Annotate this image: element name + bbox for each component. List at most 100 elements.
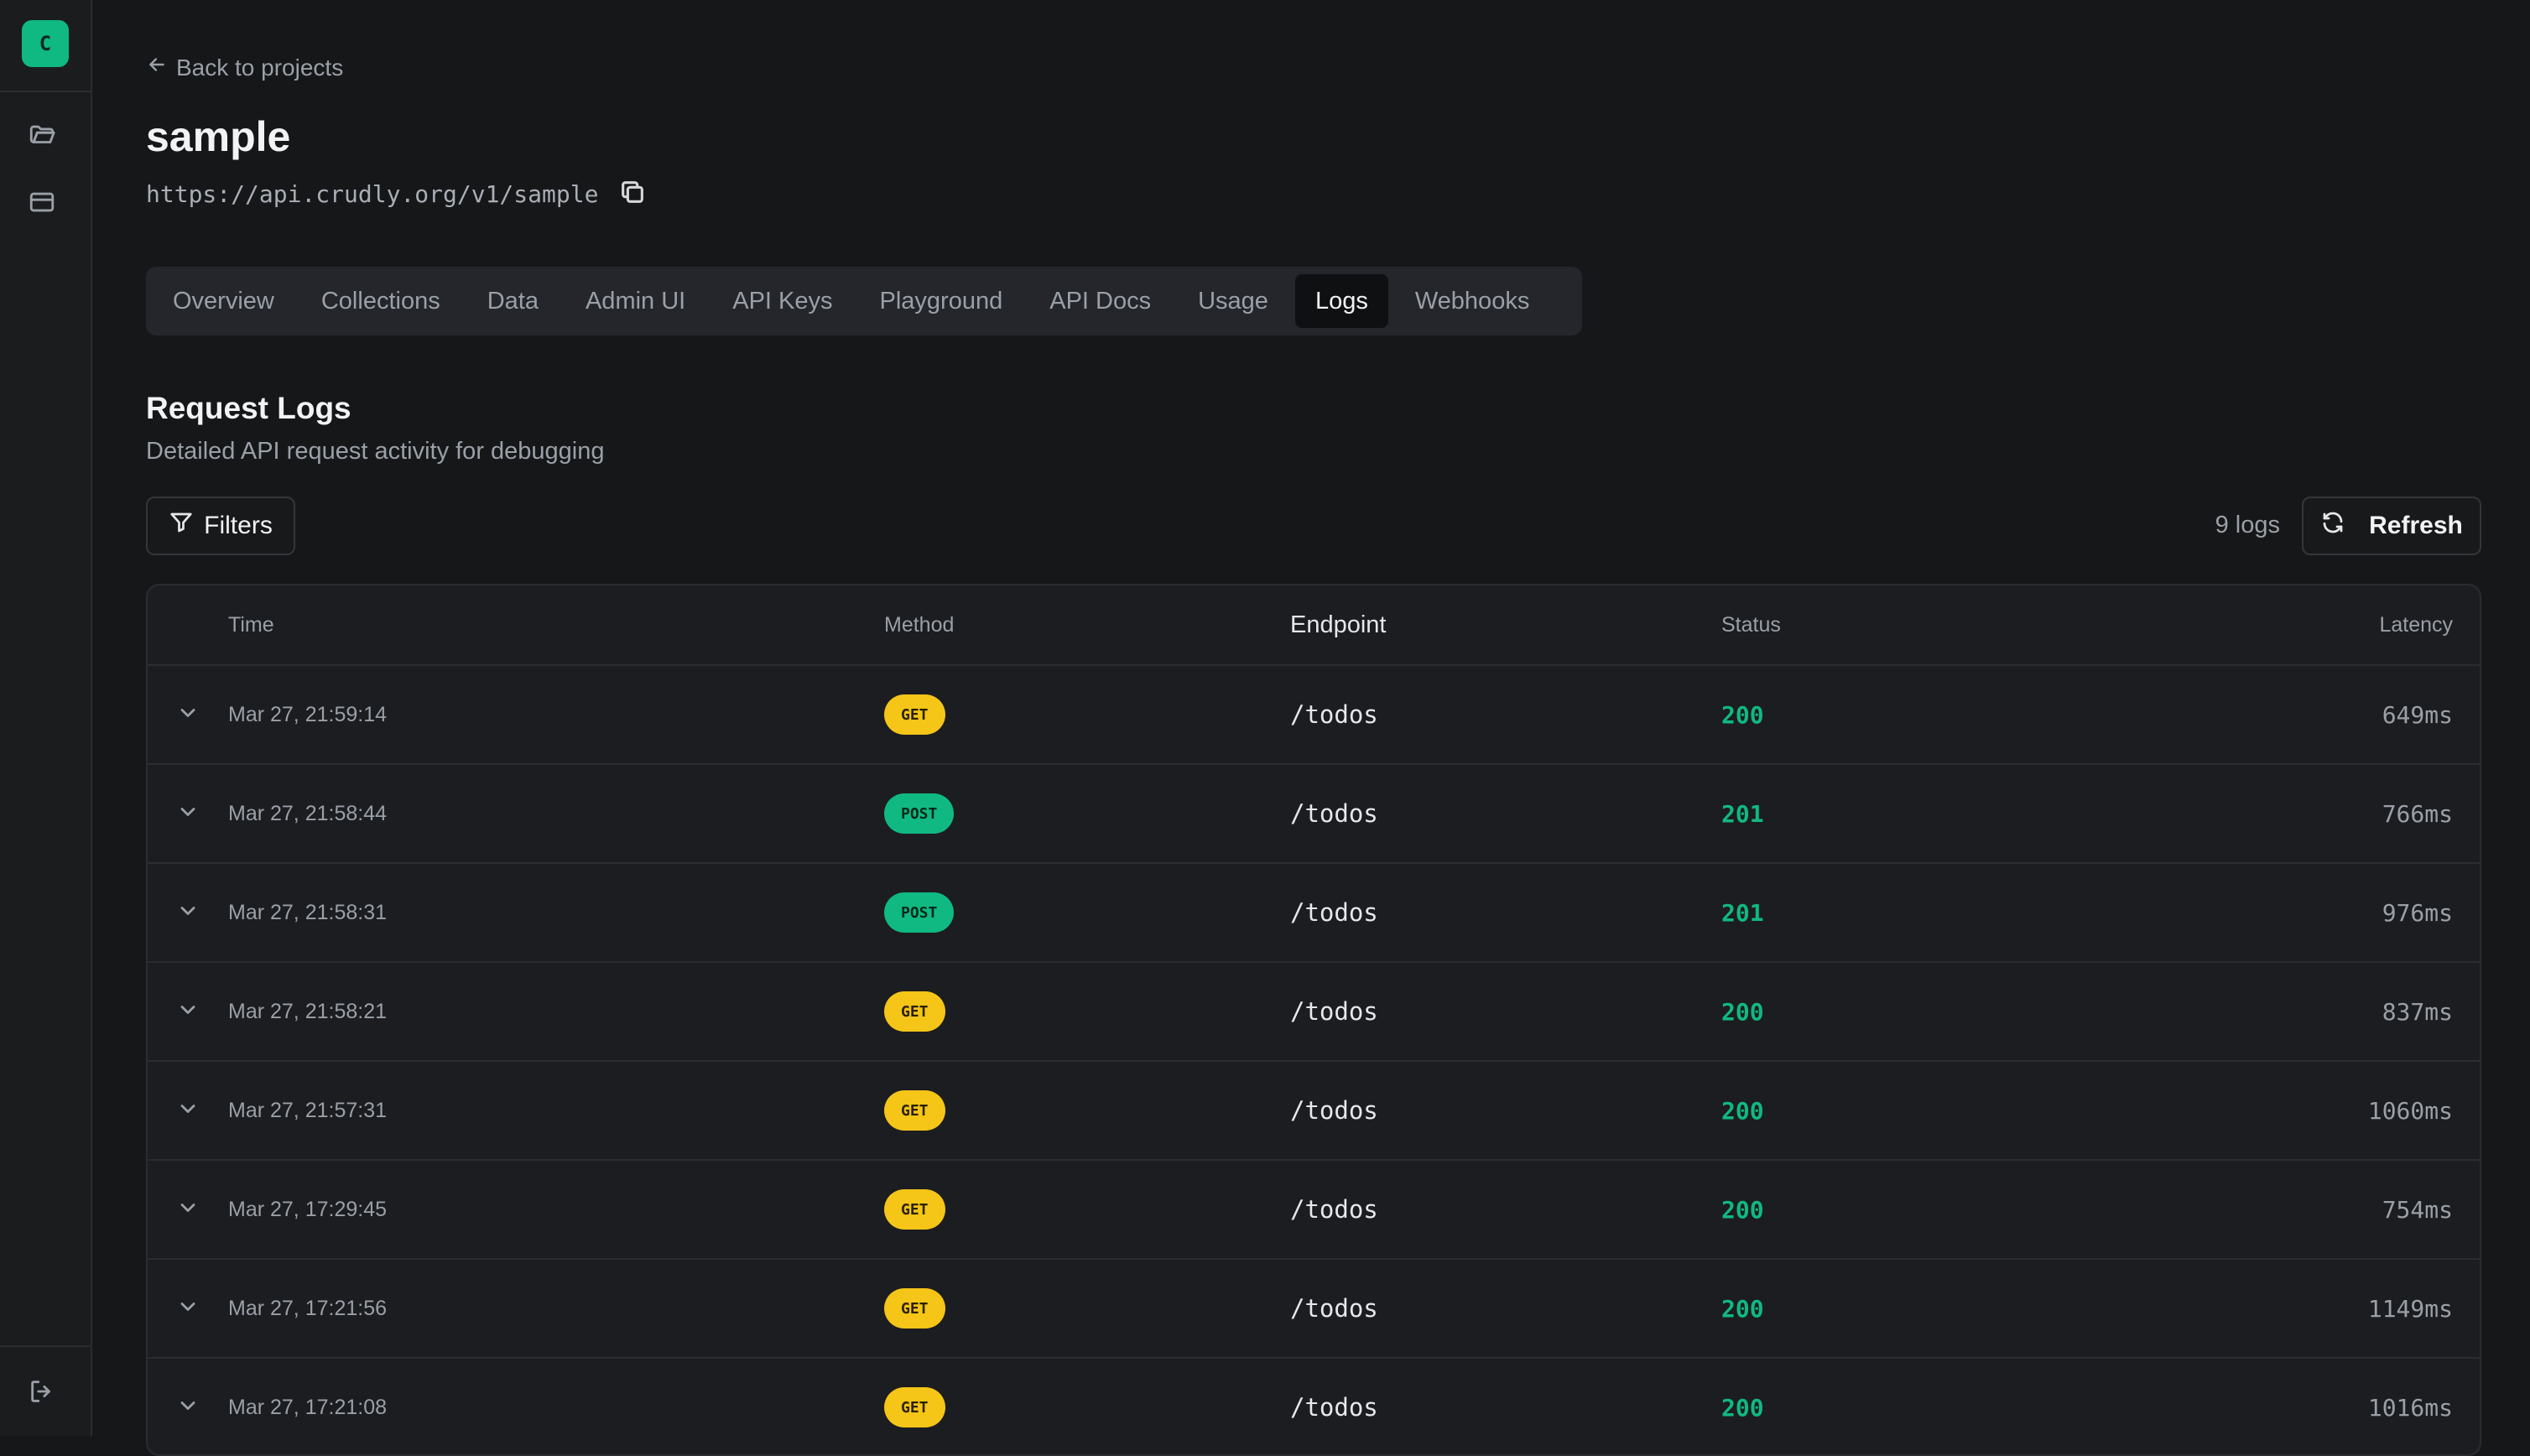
log-latency: 837ms [2382, 997, 2453, 1026]
tab-bar: Overview Collections Data Admin UI API K… [146, 267, 1582, 335]
chevron-down-icon [176, 800, 200, 828]
column-latency[interactable]: Latency [2267, 613, 2480, 637]
log-endpoint: /todos [1290, 1294, 1378, 1323]
tab-usage[interactable]: Usage [1178, 274, 1288, 328]
table-header: Time Method Endpoint Status Latency [148, 585, 2480, 666]
column-endpoint[interactable]: Endpoint [1290, 611, 1721, 639]
log-latency: 649ms [2382, 700, 2453, 729]
log-latency: 1016ms [2367, 1393, 2453, 1422]
filters-button-label: Filters [204, 512, 273, 539]
api-url-row: https://api.crudly.org/v1/sample [146, 178, 647, 211]
chevron-down-icon [176, 1295, 200, 1323]
column-status[interactable]: Status [1721, 613, 2267, 637]
status-code: 200 [1721, 700, 1764, 729]
log-time: Mar 27, 21:58:44 [228, 801, 388, 825]
chevron-down-icon [176, 899, 200, 927]
chevron-down-icon [176, 1097, 200, 1125]
refresh-button[interactable]: Refresh [2302, 497, 2481, 555]
section-subtitle: Detailed API request activity for debugg… [146, 438, 605, 465]
refresh-button-label: Refresh [2369, 512, 2463, 539]
log-endpoint: /todos [1290, 1393, 1378, 1422]
table-row[interactable]: Mar 27, 21:58:21 GET/todos 200 837ms [148, 963, 2480, 1062]
main-content: Back to projects sample https://api.crud… [146, 0, 2530, 1456]
table-row[interactable]: Mar 27, 21:57:31 GET/todos 200 1060ms [148, 1062, 2480, 1161]
method-badge: POST [884, 892, 955, 933]
table-row[interactable]: Mar 27, 17:21:08 GET/todos 200 1016ms [148, 1359, 2480, 1454]
expand-row-button[interactable] [148, 1097, 228, 1125]
table-row[interactable]: Mar 27, 21:58:31 POST/todos 201 976ms [148, 864, 2480, 963]
log-latency: 1060ms [2367, 1096, 2453, 1125]
log-latency: 976ms [2382, 898, 2453, 927]
log-latency: 1149ms [2367, 1294, 2453, 1323]
folder-icon[interactable] [26, 119, 58, 151]
expand-row-button[interactable] [148, 800, 228, 828]
log-count: 9 logs [2215, 512, 2280, 538]
copy-icon[interactable] [618, 178, 647, 211]
tab-logs[interactable]: Logs [1294, 274, 1388, 328]
filters-button[interactable]: Filters [146, 497, 295, 555]
tab-webhooks[interactable]: Webhooks [1395, 274, 1550, 328]
status-code: 200 [1721, 1096, 1764, 1125]
log-endpoint: /todos [1290, 898, 1378, 927]
card-icon[interactable] [26, 186, 58, 218]
expand-row-button[interactable] [148, 701, 228, 729]
filter-icon [169, 510, 194, 542]
back-link-label: Back to projects [176, 54, 344, 81]
method-badge: GET [884, 1288, 945, 1329]
logs-table: Time Method Endpoint Status Latency Mar … [146, 584, 2481, 1456]
log-time: Mar 27, 17:29:45 [228, 1197, 388, 1221]
table-row[interactable]: Mar 27, 21:58:44 POST/todos 201 766ms [148, 765, 2480, 864]
status-code: 200 [1721, 1294, 1764, 1323]
column-time[interactable]: Time [228, 613, 884, 637]
tab-data[interactable]: Data [467, 274, 559, 328]
expand-row-button[interactable] [148, 1196, 228, 1224]
expand-row-button[interactable] [148, 1394, 228, 1422]
chevron-down-icon [176, 1394, 200, 1422]
log-time: Mar 27, 17:21:56 [228, 1296, 388, 1320]
method-badge: GET [884, 694, 945, 735]
tab-collections[interactable]: Collections [301, 274, 461, 328]
method-badge: GET [884, 991, 945, 1032]
log-endpoint: /todos [1290, 997, 1378, 1026]
expand-row-button[interactable] [148, 1295, 228, 1323]
log-endpoint: /todos [1290, 799, 1378, 828]
tab-api-keys[interactable]: API Keys [712, 274, 852, 328]
logout-icon[interactable] [26, 1375, 58, 1407]
tab-playground[interactable]: Playground [860, 274, 1023, 328]
status-code: 200 [1721, 1393, 1764, 1422]
method-badge: GET [884, 1387, 945, 1427]
method-badge: POST [884, 793, 955, 834]
table-row[interactable]: Mar 27, 17:29:45 GET/todos 200 754ms [148, 1161, 2480, 1260]
sidebar: C [0, 0, 92, 1436]
log-latency: 766ms [2382, 799, 2453, 828]
api-url: https://api.crudly.org/v1/sample [146, 180, 599, 208]
chevron-down-icon [176, 998, 200, 1026]
section-title: Request Logs [146, 391, 351, 425]
status-code: 201 [1721, 799, 1764, 828]
log-latency: 754ms [2382, 1195, 2453, 1224]
chevron-down-icon [176, 701, 200, 729]
status-code: 200 [1721, 997, 1764, 1026]
method-badge: GET [884, 1090, 945, 1131]
expand-row-button[interactable] [148, 899, 228, 927]
tab-api-docs[interactable]: API Docs [1029, 274, 1171, 328]
page-title: sample [146, 113, 291, 160]
log-endpoint: /todos [1290, 700, 1378, 729]
refresh-icon [2320, 510, 2345, 542]
column-method[interactable]: Method [884, 613, 1290, 637]
table-row[interactable]: Mar 27, 21:59:14 GET/todos 200 649ms [148, 666, 2480, 765]
table-row[interactable]: Mar 27, 17:21:56 GET/todos 200 1149ms [148, 1260, 2480, 1359]
tab-overview[interactable]: Overview [153, 274, 294, 328]
sidebar-divider [0, 1345, 92, 1347]
chevron-down-icon [176, 1196, 200, 1224]
expand-row-button[interactable] [148, 998, 228, 1026]
log-endpoint: /todos [1290, 1195, 1378, 1224]
app-logo[interactable]: C [22, 20, 69, 67]
arrow-left-icon [146, 54, 168, 81]
tab-admin-ui[interactable]: Admin UI [565, 274, 705, 328]
log-endpoint: /todos [1290, 1096, 1378, 1125]
back-link[interactable]: Back to projects [146, 54, 343, 81]
status-code: 201 [1721, 898, 1764, 927]
method-badge: GET [884, 1189, 945, 1230]
log-time: Mar 27, 17:21:08 [228, 1395, 388, 1419]
